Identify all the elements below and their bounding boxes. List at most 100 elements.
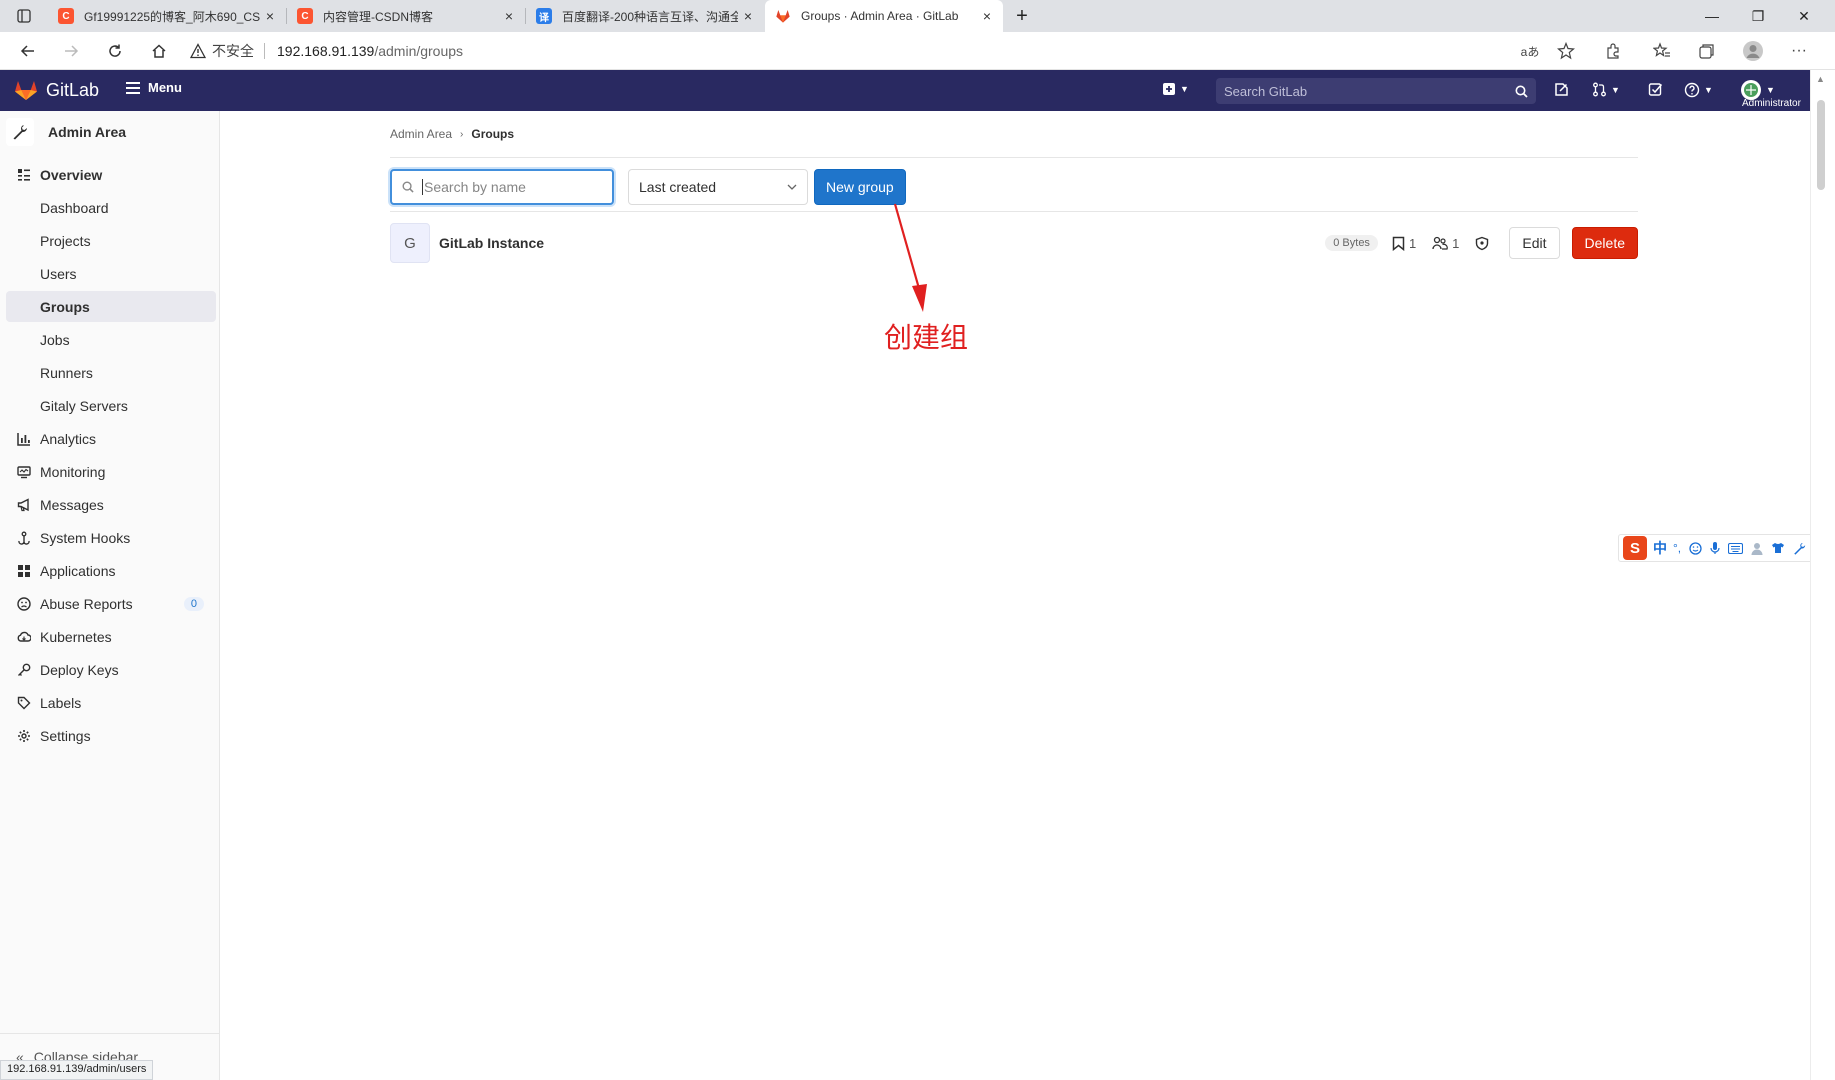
microphone-icon[interactable] — [1710, 541, 1720, 555]
help-dropdown[interactable]: ▼ — [1684, 82, 1713, 98]
home-button[interactable] — [143, 35, 175, 67]
divider — [390, 211, 1638, 212]
sidebar-item-settings[interactable]: Settings — [6, 720, 216, 752]
sidebar-item-abuse-reports[interactable]: Abuse Reports 0 — [6, 588, 216, 620]
sidebar-item-analytics[interactable]: Analytics — [6, 423, 216, 455]
search-placeholder: Search GitLab — [1224, 83, 1308, 99]
menu-button[interactable]: Menu — [126, 80, 182, 95]
punctuation-toggle[interactable]: °, — [1673, 541, 1681, 555]
global-search-input[interactable]: Search GitLab — [1216, 78, 1536, 104]
delete-group-button[interactable]: Delete — [1571, 227, 1638, 259]
storage-size-badge: 0 Bytes — [1325, 235, 1378, 251]
sidebar-item-gitaly-servers[interactable]: Gitaly Servers — [6, 390, 216, 421]
sidebar-item-groups[interactable]: Groups — [6, 291, 216, 322]
user-menu-dropdown[interactable]: ▼ Administrator — [1740, 79, 1801, 109]
abuse-count-badge: 0 — [183, 597, 204, 611]
forward-button[interactable] — [55, 35, 87, 67]
todos-link[interactable] — [1648, 82, 1663, 97]
sidebar-context-header[interactable]: Admin Area — [6, 117, 126, 147]
group-avatar[interactable]: G — [390, 223, 430, 263]
csdn-favicon-icon: C — [58, 8, 74, 24]
search-placeholder: Search by name — [422, 179, 526, 195]
sidebar-item-label: Deploy Keys — [40, 662, 119, 678]
favorites-icon[interactable] — [1650, 39, 1674, 63]
tab-close-icon[interactable]: × — [738, 8, 758, 24]
extensions-icon[interactable] — [1601, 39, 1625, 63]
tab-actions-icon[interactable] — [4, 0, 44, 32]
gitlab-logo-icon — [15, 81, 37, 100]
sogou-logo-icon[interactable]: S — [1623, 536, 1647, 560]
create-new-dropdown[interactable]: ▼ — [1162, 82, 1189, 96]
breadcrumb-groups[interactable]: Groups — [471, 127, 514, 141]
user-icon[interactable] — [1751, 542, 1763, 555]
issues-icon — [1555, 83, 1568, 96]
emoji-icon[interactable] — [1689, 541, 1702, 555]
skin-shirt-icon[interactable] — [1771, 542, 1785, 554]
browser-tab-active[interactable]: Groups · Admin Area · GitLab × — [765, 0, 1003, 32]
group-name-link[interactable]: GitLab Instance — [439, 235, 544, 251]
scroll-up-arrow-icon[interactable]: ▲ — [1816, 74, 1825, 84]
sidebar-item-kubernetes[interactable]: Kubernetes — [6, 621, 216, 653]
tab-close-icon[interactable]: × — [977, 8, 997, 24]
sidebar-item-jobs[interactable]: Jobs — [6, 324, 216, 355]
read-aloud-icon[interactable]: aあ — [1518, 39, 1542, 63]
merge-requests-dropdown[interactable]: ▼ — [1592, 82, 1620, 97]
sidebar-item-labels[interactable]: Labels — [6, 687, 216, 719]
browser-tab-strip: C Gf19991225的博客_阿木690_CSDN × C 内容管理-CSDN… — [0, 0, 1835, 32]
admin-sidebar: Admin Area Overview Dashboard Projects U… — [0, 111, 220, 1080]
edit-group-button[interactable]: Edit — [1509, 227, 1560, 259]
gitlab-home-link[interactable]: GitLab — [14, 79, 99, 101]
gitlab-top-bar: GitLab Menu ▼ Search GitLab ▼ ▼ ▼ Admini… — [0, 70, 1810, 111]
search-groups-input[interactable]: Search by name — [390, 169, 614, 205]
issues-link[interactable] — [1554, 82, 1569, 97]
new-tab-button[interactable]: + — [1006, 0, 1038, 32]
sidebar-item-projects[interactable]: Projects — [6, 225, 216, 256]
sidebar-item-label: Kubernetes — [40, 629, 112, 645]
browser-tab[interactable]: C Gf19991225的博客_阿木690_CSDN × — [48, 0, 286, 32]
ime-mode-toggle[interactable]: 中 — [1653, 538, 1667, 558]
security-label[interactable]: 不安全 — [212, 41, 254, 61]
breadcrumb-admin-area[interactable]: Admin Area — [390, 127, 452, 141]
browser-tab[interactable]: C 内容管理-CSDN博客 × — [287, 0, 525, 32]
csdn-favicon-icon: C — [297, 8, 313, 24]
sidebar-item-users[interactable]: Users — [6, 258, 216, 289]
bullhorn-icon — [16, 497, 32, 513]
tab-close-icon[interactable]: × — [260, 8, 280, 24]
scrollbar-thumb[interactable] — [1817, 100, 1825, 190]
shield-icon — [1476, 236, 1489, 250]
page-scrollbar[interactable]: ▲ — [1810, 70, 1835, 1080]
back-button[interactable] — [12, 35, 44, 67]
sidebar-item-overview[interactable]: Overview — [6, 159, 216, 191]
sidebar-item-label: Runners — [40, 364, 93, 381]
divider — [390, 157, 1638, 158]
minimize-button[interactable]: — — [1689, 0, 1735, 32]
browser-tab[interactable]: 译 百度翻译-200种语言互译、沟通全 × — [526, 0, 764, 32]
hook-icon — [16, 530, 32, 546]
users-icon — [1432, 236, 1448, 250]
sidebar-item-deploy-keys[interactable]: Deploy Keys — [6, 654, 216, 686]
keyboard-icon[interactable] — [1728, 542, 1744, 554]
reload-button[interactable] — [99, 35, 131, 67]
collections-icon[interactable] — [1695, 39, 1719, 63]
sidebar-item-runners[interactable]: Runners — [6, 357, 216, 388]
sidebar-item-system-hooks[interactable]: System Hooks — [6, 522, 216, 554]
sidebar-item-applications[interactable]: Applications — [6, 555, 216, 587]
close-window-button[interactable]: ✕ — [1781, 0, 1827, 32]
menu-label: Menu — [148, 80, 182, 95]
toolbox-wrench-icon[interactable] — [1793, 542, 1806, 555]
add-favorite-icon[interactable] — [1554, 39, 1578, 63]
address-bar[interactable]: 不安全 192.168.91.139 /admin/groups — [190, 36, 1570, 66]
sidebar-item-dashboard[interactable]: Dashboard — [6, 192, 216, 223]
tab-close-icon[interactable]: × — [499, 8, 519, 24]
members-count: 1 — [1432, 236, 1459, 251]
sidebar-item-monitoring[interactable]: Monitoring — [6, 456, 216, 488]
sort-dropdown[interactable]: Last created — [628, 169, 808, 205]
restore-button[interactable]: ❐ — [1735, 0, 1781, 32]
profile-avatar-icon[interactable] — [1741, 39, 1765, 63]
plus-square-icon — [1163, 83, 1175, 95]
sidebar-item-label: Labels — [40, 695, 82, 711]
ime-toolbar[interactable]: S 中 °, — [1618, 534, 1830, 562]
chevron-right-icon: › — [460, 128, 464, 140]
sidebar-item-messages[interactable]: Messages — [6, 489, 216, 521]
more-menu-icon[interactable]: ··· — [1787, 39, 1811, 63]
